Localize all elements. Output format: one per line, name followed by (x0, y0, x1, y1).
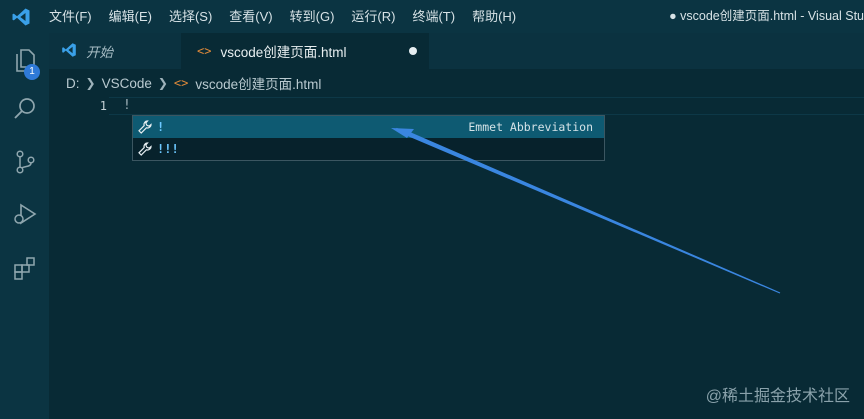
explorer-icon[interactable]: 1 (0, 37, 49, 83)
suggest-item[interactable]: ! Emmet Abbreviation (133, 116, 604, 138)
tab-label: 开始 (86, 45, 113, 60)
breadcrumb-folder[interactable]: VSCode (102, 76, 152, 91)
menu-run[interactable]: 运行(R) (344, 0, 402, 33)
html-file-icon: <> (197, 44, 212, 58)
current-line-highlight (109, 97, 864, 115)
window-title: ● vscode创建页面.html - Visual Stu (669, 9, 864, 23)
activity-bar: 1 (0, 33, 49, 419)
menu-file[interactable]: 文件(F) (42, 0, 99, 33)
line-number: 1 (99, 99, 107, 113)
run-debug-icon[interactable] (0, 191, 49, 237)
menu-edit[interactable]: 编辑(E) (102, 0, 159, 33)
vscode-logo-icon (0, 0, 42, 33)
source-control-icon[interactable] (0, 139, 49, 185)
suggest-widget: ! Emmet Abbreviation !!! (132, 115, 605, 161)
breadcrumb: D: ❯ VSCode ❯ <> vscode创建页面.html (49, 69, 864, 97)
tab-label: vscode创建页面.html (220, 45, 347, 60)
suggest-item[interactable]: !!! (133, 138, 604, 160)
search-icon[interactable] (0, 86, 49, 132)
extensions-icon[interactable] (0, 245, 49, 291)
chevron-right-icon: ❯ (85, 76, 96, 90)
wrench-icon (133, 120, 157, 134)
unsaved-dot-icon[interactable] (409, 47, 417, 55)
menu-terminal[interactable]: 终端(T) (405, 0, 462, 33)
vscode-logo-icon (61, 42, 77, 61)
suggest-label: !!! (157, 142, 179, 156)
title-bar: 文件(F) 编辑(E) 选择(S) 查看(V) 转到(G) 运行(R) 终端(T… (0, 0, 864, 33)
breadcrumb-drive[interactable]: D: (66, 76, 80, 91)
suggest-detail: Emmet Abbreviation (468, 120, 593, 134)
tab-html-file[interactable]: <> vscode创建页面.html (181, 33, 429, 69)
suggest-label: ! (157, 120, 165, 134)
menu-view[interactable]: 查看(V) (222, 0, 279, 33)
code-line[interactable]: ! (123, 97, 131, 115)
tab-bar: 开始 <> vscode创建页面.html (49, 33, 864, 69)
menu-help[interactable]: 帮助(H) (465, 0, 523, 33)
watermark: @稀土掘金技术社区 (705, 388, 850, 405)
chevron-right-icon: ❯ (157, 76, 168, 90)
explorer-badge: 1 (24, 64, 40, 80)
menu-bar: 文件(F) 编辑(E) 选择(S) 查看(V) 转到(G) 运行(R) 终端(T… (42, 0, 526, 33)
menu-go[interactable]: 转到(G) (283, 0, 342, 33)
html-file-icon: <> (173, 76, 189, 90)
breadcrumb-file[interactable]: vscode创建页面.html (195, 73, 321, 93)
wrench-icon (133, 142, 157, 156)
menu-selection[interactable]: 选择(S) (162, 0, 219, 33)
tab-start[interactable]: 开始 (49, 33, 181, 69)
